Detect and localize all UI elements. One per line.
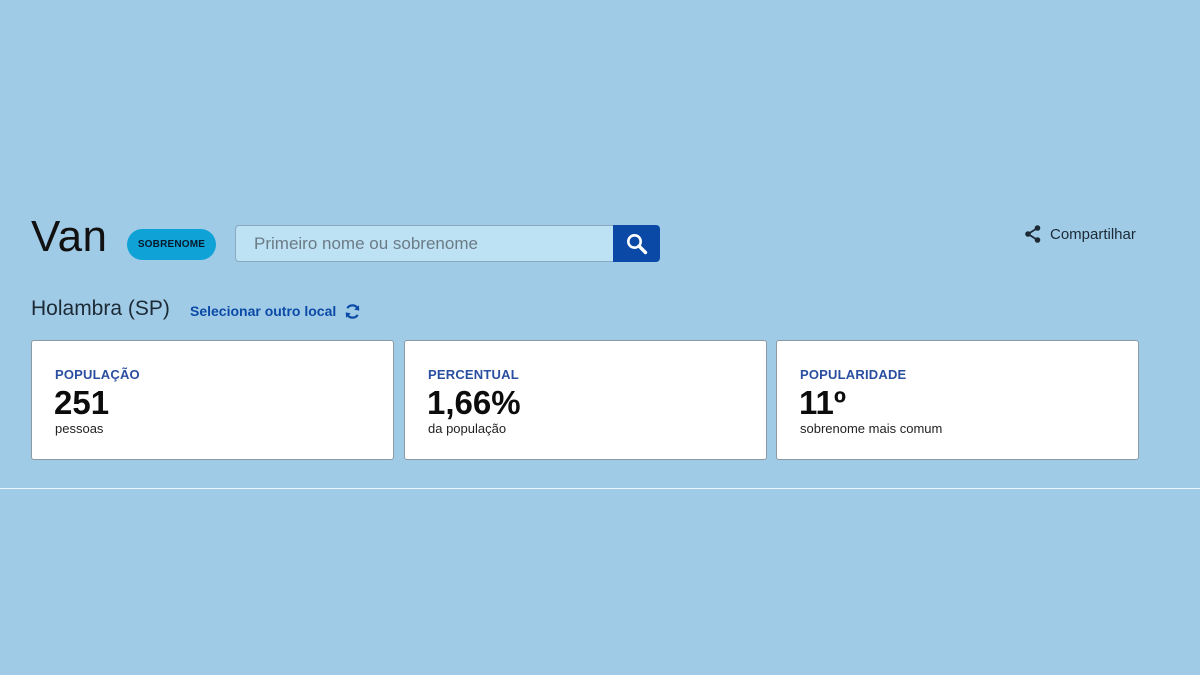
search-icon [626, 233, 647, 254]
search-button[interactable] [613, 225, 660, 262]
share-button[interactable]: Compartilhar [1024, 222, 1136, 246]
refresh-icon [345, 303, 360, 319]
stat-caption: sobrenome mais comum [800, 421, 943, 436]
type-badge: SOBRENOME [127, 229, 216, 260]
stat-card-percentage: PERCENTUAL 1,66% da população [404, 340, 767, 460]
section-divider [0, 488, 1200, 489]
stat-card-population: POPULAÇÃO 251 pessoas [31, 340, 394, 460]
stat-value: 11º [799, 384, 846, 421]
stat-card-popularity: POPULARIDADE 11º sobrenome mais comum [776, 340, 1139, 460]
location-name: Holambra (SP) [31, 297, 170, 320]
page-title: Van [31, 212, 108, 261]
change-location-link[interactable]: Selecionar outro local [190, 301, 361, 321]
stat-caption: pessoas [55, 421, 104, 436]
search-input[interactable] [235, 225, 613, 262]
stat-label: POPULARIDADE [800, 367, 907, 382]
stat-label: POPULAÇÃO [55, 367, 140, 382]
share-label: Compartilhar [1050, 225, 1136, 243]
change-location-label: Selecionar outro local [190, 303, 337, 319]
share-icon [1025, 225, 1041, 243]
stat-value: 1,66% [427, 384, 521, 421]
page: Van SOBRENOME Compartilhar Holambra (SP)… [0, 0, 1200, 675]
stat-value: 251 [54, 384, 110, 421]
stat-caption: da população [428, 421, 507, 436]
stat-label: PERCENTUAL [428, 367, 519, 382]
